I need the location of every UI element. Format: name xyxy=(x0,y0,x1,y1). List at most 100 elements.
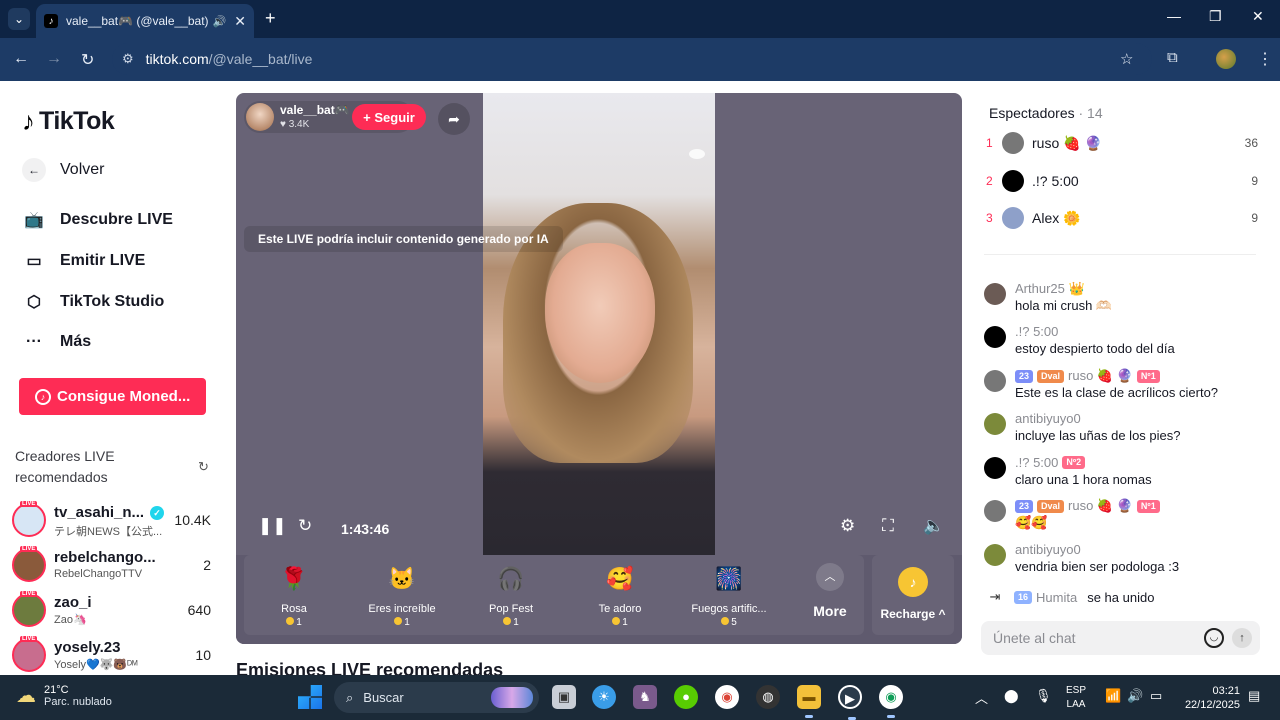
heart-face-icon: 🥰 xyxy=(606,566,634,591)
taskbar-search[interactable]: ⌕ Buscar xyxy=(334,682,539,713)
pause-icon[interactable]: ❚❚ xyxy=(258,516,287,536)
host-name[interactable]: vale__bat🎮 xyxy=(280,103,350,117)
coin-icon: ♪ xyxy=(898,567,928,597)
clock[interactable]: 03:21 22/12/2025 xyxy=(1180,684,1240,712)
nav-tiktok-studio[interactable]: ⬡ TikTok Studio xyxy=(22,292,164,312)
viewer-score: 36 xyxy=(1244,136,1258,150)
gift-bar: 🌹 Rosa 1 🐱 Eres increíble 1 🎧 Pop Fest 1… xyxy=(236,555,962,644)
top-viewer-row[interactable]: 1 ruso 🍓 🔮 36 xyxy=(986,131,1258,155)
tab-search-button[interactable]: ⌄ xyxy=(8,8,30,30)
fullscreen-icon[interactable]: ⛶ xyxy=(882,516,894,536)
gift-item[interactable]: 🐱 Eres increíble 1 xyxy=(352,563,452,628)
volume-icon[interactable]: 🔊 xyxy=(1127,688,1143,704)
host-avatar[interactable] xyxy=(246,103,274,131)
viewer-score: 9 xyxy=(1251,211,1258,225)
close-tab-icon[interactable]: ✕ xyxy=(234,13,246,30)
minimize-button[interactable]: — xyxy=(1167,8,1181,24)
rank: 1 xyxy=(986,136,993,150)
tiktok-logo[interactable]: ♪ TikTok xyxy=(22,106,115,137)
creator-subtitle: Yosely💙🐺🐻ᴰᴹ xyxy=(54,659,138,671)
nav-discover-live[interactable]: 📺 Descubre LIVE xyxy=(22,210,173,230)
chrome-profile-icon[interactable]: ◉ xyxy=(879,685,903,718)
microphone-icon[interactable]: 🎙 xyxy=(1035,688,1052,704)
replay-icon[interactable]: ↻ xyxy=(298,516,312,536)
obs-icon[interactable]: ◍ xyxy=(756,685,780,709)
language-indicator[interactable]: ESP LAA xyxy=(1066,684,1086,712)
gift-name: Fuegos artific... xyxy=(691,603,767,615)
chat-text: vendria bien ser podologa :3 xyxy=(1015,559,1180,574)
top-viewer-row[interactable]: 2 .!? 5:00 9 xyxy=(986,169,1258,193)
battery-icon[interactable]: ▭ xyxy=(1150,688,1162,704)
media-player-icon[interactable]: ▶ xyxy=(838,685,862,720)
file-explorer-icon[interactable]: ▬ xyxy=(797,685,821,718)
chrome-icon[interactable]: ◉ xyxy=(715,685,739,709)
maximize-button[interactable]: ❐ xyxy=(1209,8,1222,25)
creator-item[interactable]: LIVE yosely.23 Yosely💙🐺🐻ᴰᴹ 10 xyxy=(12,636,217,676)
security-icon[interactable]: ⬤ xyxy=(1004,688,1019,704)
gift-item[interactable]: 🥰 Te adoro 1 xyxy=(570,563,670,628)
recharge-button[interactable]: ♪ Recharge ^ xyxy=(872,555,954,635)
coin-icon xyxy=(612,617,621,625)
avatar xyxy=(984,544,1006,566)
close-window-button[interactable]: ✕ xyxy=(1252,8,1264,25)
gift-item[interactable]: 🌹 Rosa 1 xyxy=(244,563,344,628)
bookmark-star-icon[interactable]: ☆ xyxy=(1120,50,1133,68)
time: 03:21 xyxy=(1212,685,1240,697)
join-notice: ⇥ 16 Humita se ha unido xyxy=(984,587,1254,607)
rank-badge: Nº1 xyxy=(1136,369,1160,383)
creator-name: tv_asahi_n... ✓ xyxy=(54,504,165,521)
creator-item[interactable]: LIVE zao_i Zao🦄 640 xyxy=(12,591,217,631)
gift-item[interactable]: 🎆 Fuegos artific... 5 xyxy=(679,563,779,628)
more-gifts-button[interactable]: ︿ More xyxy=(804,563,856,619)
refresh-icon[interactable]: ↻ xyxy=(198,459,209,475)
divider xyxy=(984,254,1256,255)
live-video[interactable] xyxy=(483,93,715,555)
gift-item[interactable]: 🎧 Pop Fest 1 xyxy=(461,563,561,628)
duolingo-icon[interactable]: ● xyxy=(674,685,698,709)
profile-avatar[interactable] xyxy=(1216,49,1236,69)
active-tab[interactable]: ♪ vale__bat🎮 (@vale__bat) e 🔊 ✕ xyxy=(36,4,254,38)
windows-start-icon[interactable] xyxy=(298,685,322,709)
notifications-icon[interactable]: ▤ xyxy=(1248,688,1260,704)
forward-arrow-icon[interactable]: → xyxy=(46,50,62,68)
viewers-label: Espectadores xyxy=(989,105,1075,121)
creator-item[interactable]: LIVE tv_asahi_n... ✓ テレ朝NEWS【公式... 10.4K xyxy=(12,501,217,541)
settings-icon[interactable]: ⚙ xyxy=(840,516,855,536)
weather-widget[interactable]: ☁ 21°C Parc. nublado xyxy=(16,683,112,708)
rank-badge: Nº1 xyxy=(1136,499,1160,513)
browser-menu-icon[interactable]: ⋮ xyxy=(1257,49,1273,69)
chat-user: .!? 5:00 xyxy=(1015,324,1059,339)
get-coins-button[interactable]: ♪ Consigue Moned... xyxy=(19,378,206,415)
live-player[interactable]: vale__bat🎮 ♥ 3.4K + Seguir ➦ Este LIVE p… xyxy=(236,93,962,644)
avatar xyxy=(984,283,1006,305)
chevron-up-icon[interactable]: ︿ xyxy=(975,688,988,707)
nav-go-live[interactable]: ▭ Emitir LIVE xyxy=(22,251,145,271)
volume-icon[interactable]: 🔈 xyxy=(923,516,944,536)
speaker-icon[interactable]: 🔊 xyxy=(213,15,227,28)
back-arrow-icon[interactable]: ← xyxy=(13,50,29,68)
avatar xyxy=(12,503,46,537)
top-viewer-row[interactable]: 3 Alex 🌼 9 xyxy=(986,206,1258,230)
task-view-icon[interactable]: ▣ xyxy=(552,685,576,709)
back-link[interactable]: ← Volver xyxy=(22,158,104,182)
avatar xyxy=(984,370,1006,392)
creator-item[interactable]: LIVE rebelchango... RebelChangoTTV 2 xyxy=(12,546,217,586)
tab-title: vale__bat🎮 (@vale__bat) e xyxy=(66,14,209,28)
ceiling-lamp xyxy=(689,149,705,159)
game-app-icon[interactable]: ♞ xyxy=(633,685,657,709)
follow-button[interactable]: + Seguir xyxy=(352,104,426,130)
extensions-icon[interactable]: ⧉ xyxy=(1167,49,1178,66)
chat-input[interactable]: Únete al chat ◡ ↑ xyxy=(981,621,1260,655)
nav-more[interactable]: ··· Más xyxy=(22,333,91,351)
share-icon[interactable]: ➦ xyxy=(438,103,470,135)
weather-app-icon[interactable]: ☀ xyxy=(592,685,616,709)
send-arrow-icon[interactable]: ↑ xyxy=(1232,628,1252,648)
wifi-icon[interactable]: 📶 xyxy=(1105,688,1121,704)
address-bar[interactable]: ⚙ tiktok.com/@vale__bat/live xyxy=(112,43,1152,75)
site-info-icon[interactable]: ⚙ xyxy=(122,51,134,67)
new-tab-button[interactable]: + xyxy=(265,8,276,29)
emoji-icon[interactable]: ◡ xyxy=(1204,628,1224,648)
joined-user[interactable]: Humita xyxy=(1036,590,1077,605)
avatar xyxy=(12,638,46,672)
reload-icon[interactable]: ↻ xyxy=(81,50,94,70)
